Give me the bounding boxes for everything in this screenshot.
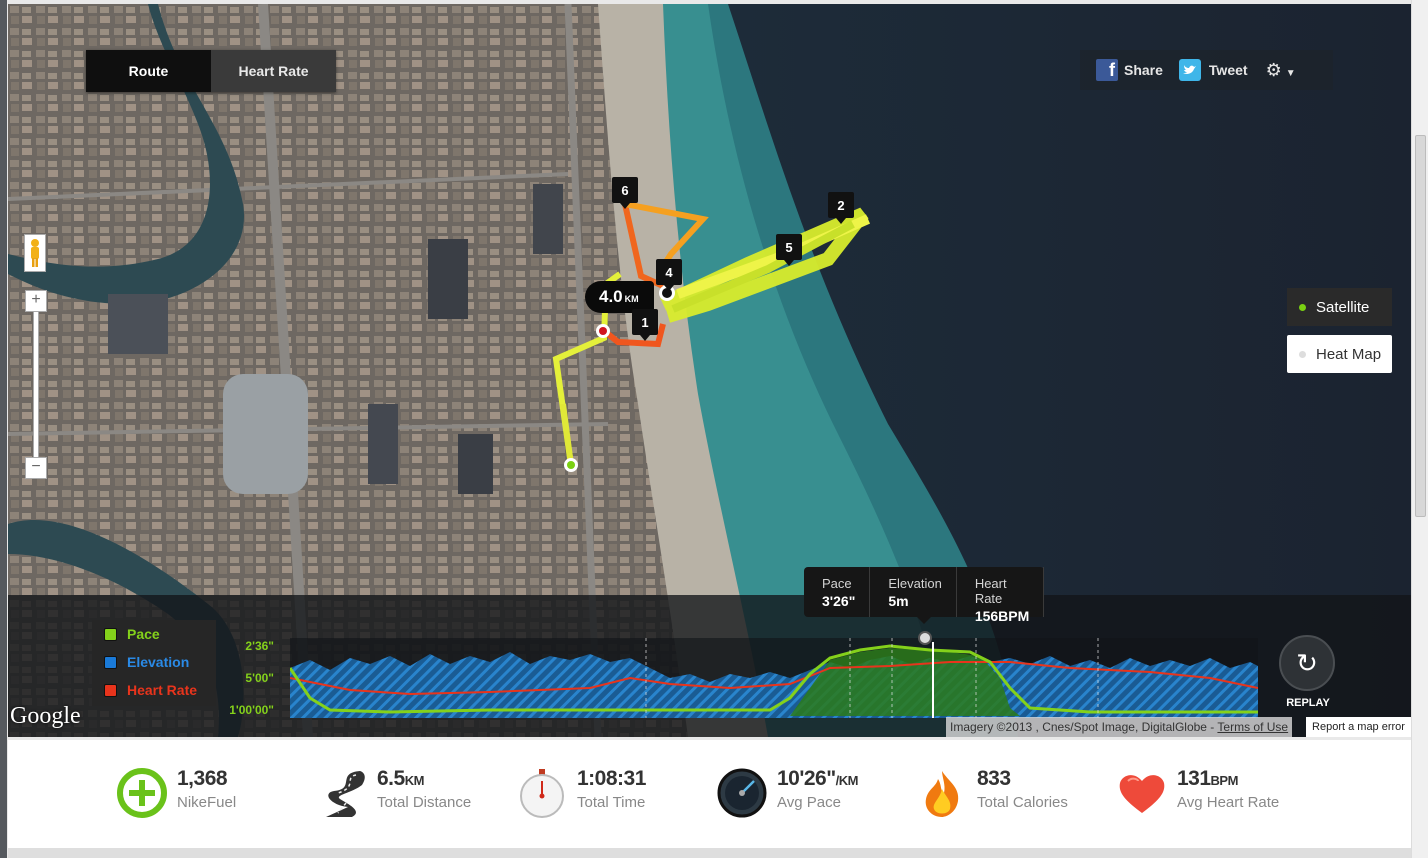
tooltip-pace-label: Pace (822, 576, 852, 591)
time-label: Total Time (577, 794, 646, 811)
elevation-swatch-icon (104, 655, 117, 669)
nikefuel-label: NikeFuel (177, 794, 237, 811)
share-toolbar: f Share Tweet ⚙ ▼ (1080, 50, 1333, 90)
stat-total-distance: 6.5KM Total Distance (316, 767, 471, 819)
y-axis-top-label: 2'36" (245, 639, 274, 653)
stat-nikefuel: 1,368 NikeFuel (116, 767, 236, 819)
pace-value: 10'26" (777, 767, 836, 790)
google-logo: Google (10, 703, 81, 729)
attribution-text: Imagery ©2013 , Cnes/Spot Image, Digital… (950, 720, 1218, 734)
satellite-layer-button[interactable]: Satellite (1287, 288, 1392, 326)
tweet-label: Tweet (1208, 62, 1248, 78)
twitter-icon (1178, 59, 1201, 81)
heart-rate-value: 131 (1177, 767, 1211, 790)
calories-value: 833 (977, 767, 1011, 790)
road-icon (326, 771, 365, 817)
distance-flag-value: 4.0 (599, 287, 623, 306)
pace-swatch-icon (104, 627, 117, 641)
km-marker-6[interactable]: 6 (612, 177, 638, 209)
scrollbar-thumb[interactable] (1415, 135, 1426, 517)
tooltip-elevation: Elevation 5m (870, 567, 957, 617)
km-marker-1[interactable]: 1 (632, 309, 658, 341)
heart-rate-swatch-icon (104, 683, 117, 697)
heart-rate-unit: BPM (1210, 773, 1239, 788)
distance-value: 6.5 (377, 767, 405, 790)
pegman-icon[interactable] (24, 234, 46, 272)
distance-label: Total Distance (377, 794, 472, 811)
tooltip-arrow (917, 617, 931, 624)
tab-heart-rate[interactable]: Heart Rate (211, 50, 336, 92)
heart-rate-label: Avg Heart Rate (1177, 794, 1280, 811)
map-container[interactable]: 4.0 KM 1 2 4 5 6 Route Heart Rate f Share… (8, 4, 1411, 737)
legend-pace-label: Pace (127, 626, 160, 642)
report-map-error-link[interactable]: Report a map error (1306, 717, 1411, 737)
facebook-icon: f (1096, 59, 1118, 81)
tab-route[interactable]: Route (86, 50, 211, 92)
window-left-edge (0, 0, 7, 858)
stat-avg-pace: 10'26"/KM Avg Pace (716, 767, 859, 819)
chevron-down-icon: ▼ (1285, 67, 1296, 79)
stopwatch-icon (520, 769, 564, 818)
facebook-share-button[interactable]: f Share (1096, 59, 1163, 81)
graph-tooltip: Pace 3'26" Elevation 5m Heart Rate 156BP… (804, 567, 1045, 624)
heat-map-layer-button[interactable]: Heat Map (1287, 335, 1392, 373)
heat-map-dot (1299, 350, 1306, 358)
replay-icon: ↻ (1296, 647, 1318, 678)
y-axis-mid-label: 5'00" (245, 671, 274, 685)
view-tabs: Route Heart Rate (86, 50, 336, 92)
replay-button[interactable]: ↻ (1279, 635, 1335, 691)
tweet-button[interactable]: Tweet (1178, 59, 1248, 81)
tooltip-heart-rate: Heart Rate 156BPM (957, 567, 1045, 624)
facebook-share-label: Share (1124, 62, 1163, 78)
tooltip-elevation-value: 5m (888, 593, 909, 609)
distance-unit: KM (404, 773, 425, 788)
tooltip-elevation-label: Elevation (888, 576, 942, 591)
time-value: 1:08:31 (577, 767, 646, 790)
km-marker-2[interactable]: 2 (828, 192, 854, 224)
pace-unit: /KM (835, 773, 859, 788)
zoom-slider-track[interactable] (33, 312, 39, 457)
run-graph[interactable] (290, 638, 1258, 718)
satellite-selected-dot (1299, 303, 1306, 311)
run-summary-stats: 1,368 NikeFuel 6.5KM Total Distance 1:08:3… (8, 740, 1411, 848)
heat-map-label: Heat Map (1316, 345, 1382, 363)
tooltip-heart-rate-value: 156BPM (974, 608, 1030, 624)
stat-avg-heart-rate: 131BPM Avg Heart Rate (1116, 767, 1279, 819)
zoom-in-button[interactable]: + (25, 290, 47, 312)
stat-total-time: 1:08:31 Total Time (516, 767, 646, 819)
heart-icon (1119, 775, 1165, 813)
tooltip-heart-rate-label: Heart Rate (974, 576, 1007, 606)
tooltip-pace: Pace 3'26" (804, 567, 871, 617)
legend-heart-rate-label: Heart Rate (127, 682, 198, 698)
speedometer-icon (717, 768, 767, 818)
legend-heart-rate[interactable]: Heart Rate (92, 676, 216, 704)
flame-icon (925, 771, 959, 817)
pace-label: Avg Pace (777, 794, 841, 811)
page-scrollbar[interactable] (1411, 0, 1428, 858)
settings-gear-icon[interactable]: ⚙ ▼ (1266, 60, 1296, 81)
legend-elevation[interactable]: Elevation (92, 648, 216, 676)
graph-cursor-handle[interactable] (918, 631, 932, 645)
graph-legend: Pace Elevation Heart Rate (92, 620, 216, 706)
km-marker-5[interactable]: 5 (776, 234, 802, 266)
replay-label: REPLAY (1286, 697, 1330, 709)
page-footer-edge (8, 848, 1411, 858)
zoom-out-button[interactable]: − (25, 457, 47, 479)
nikefuel-icon (117, 768, 167, 818)
map-attribution: Imagery ©2013 , Cnes/Spot Image, Digital… (946, 717, 1293, 737)
y-axis-bottom-label: 1'00'00" (229, 703, 274, 717)
tooltip-pace-value: 3'26" (822, 593, 856, 609)
satellite-label: Satellite (1316, 298, 1370, 316)
nikefuel-value: 1,368 (177, 767, 228, 790)
terms-of-use-link[interactable]: Terms of Use (1217, 720, 1288, 734)
km-marker-4[interactable]: 4 (656, 259, 682, 291)
map-zoom-control: + − (24, 234, 47, 479)
distance-flag-unit: KM (624, 294, 639, 304)
legend-pace[interactable]: Pace (92, 620, 216, 648)
stat-total-calories: 833 Total Calories (916, 767, 1068, 819)
legend-elevation-label: Elevation (127, 654, 190, 670)
calories-label: Total Calories (977, 794, 1068, 811)
